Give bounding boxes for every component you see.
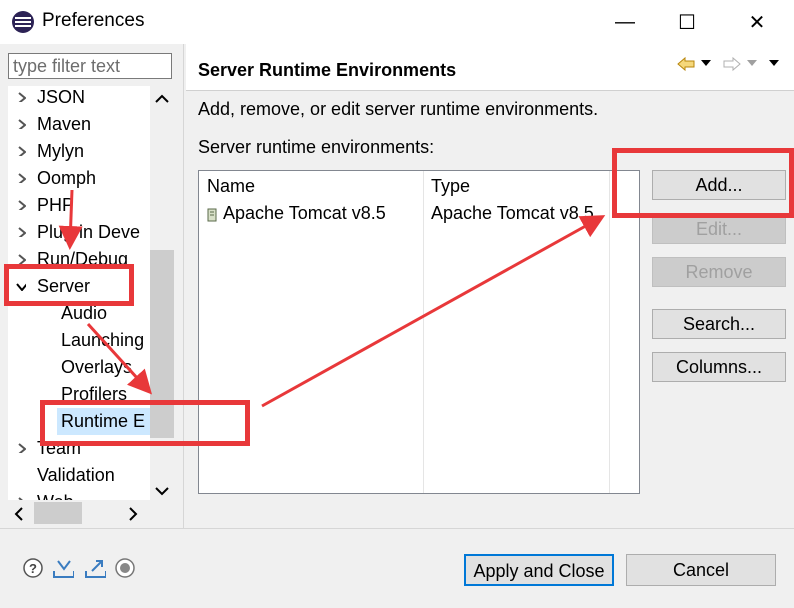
tree-item-label: Oomph (37, 168, 97, 188)
column-header-name[interactable]: Name (199, 171, 423, 201)
tree-horizontal-scrollbar[interactable] (8, 500, 174, 526)
tree-item-label: Run/Debug (37, 249, 129, 269)
tree-item-label: Server (37, 276, 91, 296)
back-dropdown-icon[interactable] (700, 58, 712, 68)
tree-item-label: JSON (37, 87, 86, 107)
tree-item-label: Validation (37, 465, 115, 485)
back-arrow-icon[interactable] (676, 56, 696, 72)
page-description: Add, remove, or edit server runtime envi… (198, 99, 599, 119)
chevron-down-icon[interactable] (16, 281, 26, 291)
row-type: Apache Tomcat v8.5 (431, 203, 594, 223)
tree-item-label: Overlays (61, 357, 133, 377)
tree-item-label: Launching (61, 330, 145, 350)
chevron-right-icon[interactable] (16, 146, 26, 156)
svg-text:?: ? (29, 561, 37, 576)
apply-and-close-button[interactable]: Apply and Close (464, 554, 614, 586)
tree-item-label: Team (37, 438, 82, 458)
cancel-button[interactable]: Cancel (626, 554, 776, 586)
tree-rows: JSON Maven Mylyn Oomph PHP Plug-in Deve Run/De… (8, 86, 158, 500)
chevron-right-icon[interactable] (16, 254, 26, 264)
scroll-down-icon[interactable] (154, 484, 170, 498)
chevron-right-icon[interactable] (16, 227, 26, 237)
chevron-right-icon[interactable] (16, 173, 26, 183)
runtime-list-label: Server runtime environments: (198, 137, 435, 157)
tree-item-label: Audio (61, 303, 108, 323)
scroll-up-icon[interactable] (154, 92, 170, 106)
tree-item-label: Mylyn (37, 141, 85, 161)
forward-dropdown-icon[interactable] (746, 58, 758, 68)
chevron-right-icon[interactable] (16, 200, 26, 210)
tree-item-label: Profilers (61, 384, 128, 404)
columns-button[interactable]: Columns... (652, 352, 786, 382)
edit-button[interactable]: Edit... (652, 214, 786, 244)
bottom-separator (0, 528, 794, 529)
chevron-right-icon[interactable] (16, 443, 26, 453)
import-icon[interactable] (52, 557, 74, 579)
forward-arrow-icon[interactable] (722, 56, 742, 72)
add-button[interactable]: Add... (652, 170, 786, 200)
column-header-type[interactable]: Type (423, 171, 609, 201)
tree-item-label: Maven (37, 114, 92, 134)
chevron-right-icon[interactable] (16, 119, 26, 129)
maximize-button[interactable]: ☐ (664, 0, 710, 44)
export-icon[interactable] (84, 557, 106, 579)
window-title: Preferences (42, 10, 145, 31)
tree-item-label: Plug-in Deve (37, 222, 141, 242)
minimize-button[interactable]: — (602, 0, 648, 44)
close-button[interactable]: ✕ (734, 0, 780, 44)
chevron-right-icon[interactable] (16, 92, 26, 102)
tree-item-label: Web (37, 489, 74, 500)
table-row[interactable]: Apache Tomcat v8.5 Apache Tomcat v8.5 (199, 201, 639, 229)
view-menu-icon[interactable] (768, 58, 780, 68)
eclipse-icon (12, 11, 34, 33)
tree-scroll-thumb[interactable] (150, 250, 174, 438)
tree-item-label: PHP (37, 195, 75, 215)
page-title: Server Runtime Environments (198, 60, 457, 80)
scroll-left-icon[interactable] (12, 506, 26, 522)
scroll-right-icon[interactable] (126, 506, 140, 522)
remove-button[interactable]: Remove (652, 257, 786, 287)
tree-hscroll-thumb[interactable] (34, 502, 82, 524)
filter-input[interactable] (8, 53, 172, 79)
search-button[interactable]: Search... (652, 309, 786, 339)
runtime-table: Name Type Apache Tomcat v8.5 Apache Tomc… (198, 170, 640, 494)
server-runtime-icon (207, 208, 217, 222)
record-icon[interactable] (114, 557, 136, 579)
tree-item-label: Runtime E (61, 411, 146, 431)
help-icon[interactable]: ? (22, 557, 44, 579)
pane-divider[interactable] (183, 44, 184, 528)
row-name: Apache Tomcat v8.5 (223, 203, 386, 223)
